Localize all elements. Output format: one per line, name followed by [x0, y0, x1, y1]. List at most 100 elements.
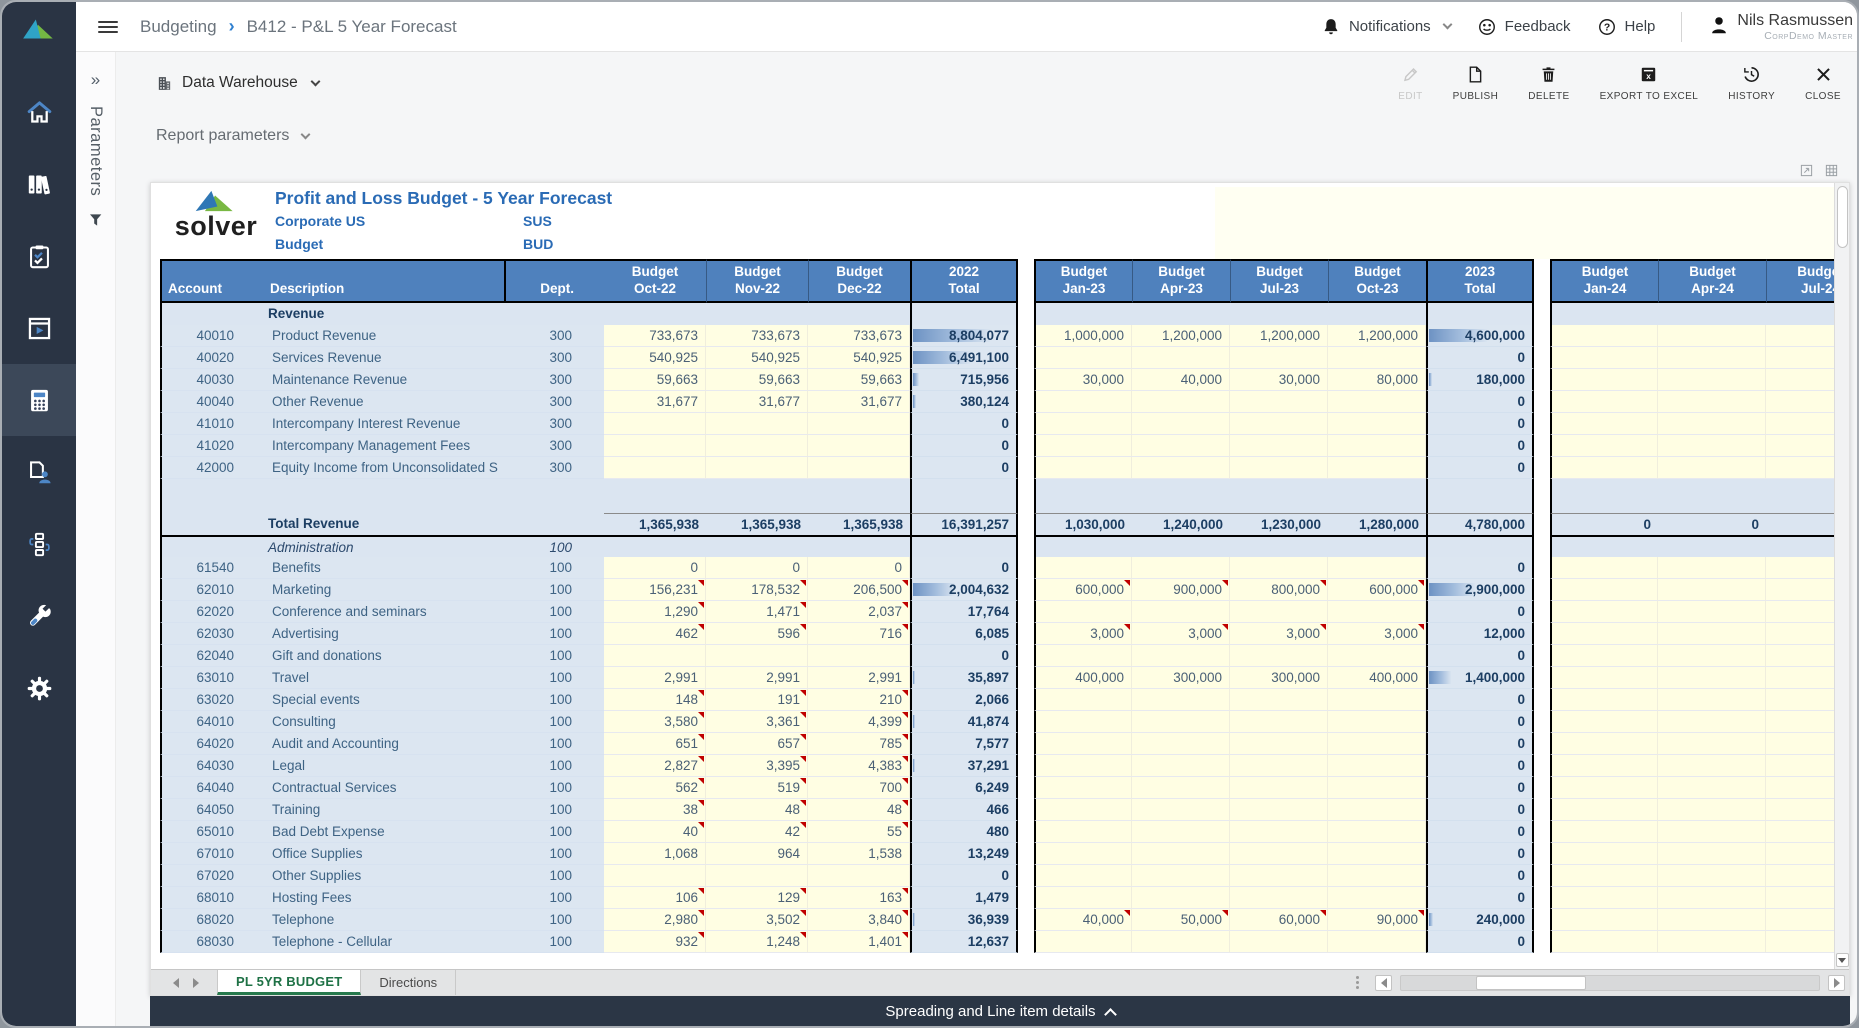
grid-cell[interactable]: Intercompany Management Fees [264, 435, 504, 457]
grid-cell[interactable] [1426, 535, 1534, 557]
grid-cell[interactable]: 0 [1426, 711, 1534, 733]
grid-cell[interactable]: 3,361 [706, 711, 808, 733]
grid-cell[interactable] [1550, 391, 1658, 413]
grid-cell[interactable]: Maintenance Revenue [264, 369, 504, 391]
grid-cell[interactable] [1658, 843, 1766, 865]
grid-cell[interactable]: 651 [604, 733, 706, 755]
grid-cell[interactable]: 1,290 [604, 601, 706, 623]
parameters-panel-collapsed[interactable]: » Parameters [76, 52, 116, 1026]
grid-cell[interactable]: Other Supplies [264, 865, 504, 887]
sheet-prev-icon[interactable] [173, 978, 179, 988]
grid-cell[interactable] [1230, 557, 1328, 579]
grid-cell[interactable] [808, 303, 910, 325]
grid-cell[interactable]: 785 [808, 733, 910, 755]
grid-cell[interactable] [1328, 557, 1426, 579]
grid-cell[interactable]: 1,280,000 [1328, 513, 1426, 535]
grid-cell[interactable]: 240,000 [1426, 909, 1534, 931]
menu-icon[interactable] [98, 18, 118, 36]
grid-cell[interactable] [1766, 909, 1834, 931]
grid-cell[interactable]: 64010 [160, 711, 264, 733]
grid-cell[interactable] [706, 457, 808, 479]
grid-cell[interactable]: 90,000 [1328, 909, 1426, 931]
grid-cell[interactable] [1328, 457, 1426, 479]
grid-cell[interactable]: 59,663 [808, 369, 910, 391]
grid-cell[interactable]: 0 [706, 557, 808, 579]
grid-cell[interactable]: 16,391,257 [910, 513, 1018, 535]
grid-cell[interactable] [1550, 843, 1658, 865]
grid-cell[interactable]: 900,000 [1132, 579, 1230, 601]
grid-cell[interactable]: 0 [1426, 865, 1534, 887]
grid-cell[interactable]: 2,991 [604, 667, 706, 689]
grid-cell[interactable] [1766, 645, 1834, 667]
grid-cell[interactable] [1132, 887, 1230, 909]
sidebar-item-assignments[interactable] [2, 436, 76, 508]
sidebar-item-workflow[interactable] [2, 508, 76, 580]
grid-cell[interactable] [160, 535, 264, 557]
grid-cell[interactable]: 4,780,000 [1426, 513, 1534, 535]
grid-cell[interactable] [1230, 689, 1328, 711]
grid-cell[interactable] [1328, 755, 1426, 777]
grid-cell[interactable]: 40010 [160, 325, 264, 347]
grid-cell[interactable] [1550, 689, 1658, 711]
grid-cell[interactable]: Hosting Fees [264, 887, 504, 909]
grid-cell[interactable] [1034, 821, 1132, 843]
grid-cell[interactable]: 600,000 [1034, 579, 1132, 601]
grid-cell[interactable] [1658, 799, 1766, 821]
grid-cell[interactable]: 6,085 [910, 623, 1018, 645]
grid-cell[interactable] [1328, 777, 1426, 799]
grid-cell[interactable] [1550, 347, 1658, 369]
user-menu[interactable]: Nils Rasmussen CorpDemo Master [1708, 12, 1853, 42]
data-source-dropdown[interactable]: Data Warehouse [156, 74, 319, 92]
grid-cell[interactable] [1132, 931, 1230, 953]
grid-cell[interactable] [1230, 413, 1328, 435]
grid-cell[interactable]: 64040 [160, 777, 264, 799]
grid-cell[interactable]: 3,580 [604, 711, 706, 733]
grid-cell[interactable]: 4,383 [808, 755, 910, 777]
grid-cell[interactable]: 716 [808, 623, 910, 645]
grid-cell[interactable]: 562 [604, 777, 706, 799]
grid-cell[interactable]: 13,249 [910, 843, 1018, 865]
grid-cell[interactable]: 35,897 [910, 667, 1018, 689]
grid-cell[interactable] [706, 413, 808, 435]
tab-pl-5yr-budget[interactable]: PL 5YR BUDGET [217, 970, 361, 995]
grid-cell[interactable]: 31,677 [808, 391, 910, 413]
grid-cell[interactable] [1034, 843, 1132, 865]
grid-cell[interactable]: 31,677 [604, 391, 706, 413]
grid-cell[interactable]: 48 [808, 799, 910, 821]
grid-cell[interactable]: 55 [808, 821, 910, 843]
grid-cell[interactable] [1550, 667, 1658, 689]
grid-cell[interactable]: 38 [604, 799, 706, 821]
grid-cell[interactable]: 0 [910, 435, 1018, 457]
grid-cell[interactable]: 100 [504, 557, 604, 579]
grid-cell[interactable]: 36,939 [910, 909, 1018, 931]
grid-cell[interactable]: 700 [808, 777, 910, 799]
grid-cell[interactable]: 3,395 [706, 755, 808, 777]
grid-cell[interactable]: 62030 [160, 623, 264, 645]
grid-cell[interactable] [910, 303, 1018, 325]
grid-cell[interactable]: 206,500 [808, 579, 910, 601]
grid-cell[interactable] [1658, 303, 1766, 325]
grid-cell[interactable]: 100 [504, 623, 604, 645]
grid-cell[interactable] [1034, 777, 1132, 799]
grid-cell[interactable]: 1,471 [706, 601, 808, 623]
grid-cell[interactable]: 733,673 [706, 325, 808, 347]
grid-cell[interactable]: 657 [706, 733, 808, 755]
grid-cell[interactable]: 31,677 [706, 391, 808, 413]
grid-cell[interactable]: 41010 [160, 413, 264, 435]
grid-cell[interactable]: 0 [1426, 755, 1534, 777]
grid-cell[interactable]: Equity Income from Unconsolidated S [264, 457, 504, 479]
grid-cell[interactable]: 48 [706, 799, 808, 821]
history-button[interactable]: HISTORY [1728, 65, 1775, 102]
grid-cell[interactable] [1766, 755, 1834, 777]
grid-cell[interactable]: 50,000 [1132, 909, 1230, 931]
grid-cell[interactable] [1658, 601, 1766, 623]
grid-cell[interactable] [1550, 645, 1658, 667]
grid-cell[interactable]: 100 [504, 843, 604, 865]
grid-cell[interactable] [1034, 799, 1132, 821]
grid-cell[interactable] [1230, 733, 1328, 755]
grid-cell[interactable] [1328, 865, 1426, 887]
grid-cell[interactable]: 0 [1426, 413, 1534, 435]
grid-cell[interactable] [1550, 413, 1658, 435]
grid-cell[interactable]: 65010 [160, 821, 264, 843]
grid-cell[interactable]: 0 [910, 457, 1018, 479]
